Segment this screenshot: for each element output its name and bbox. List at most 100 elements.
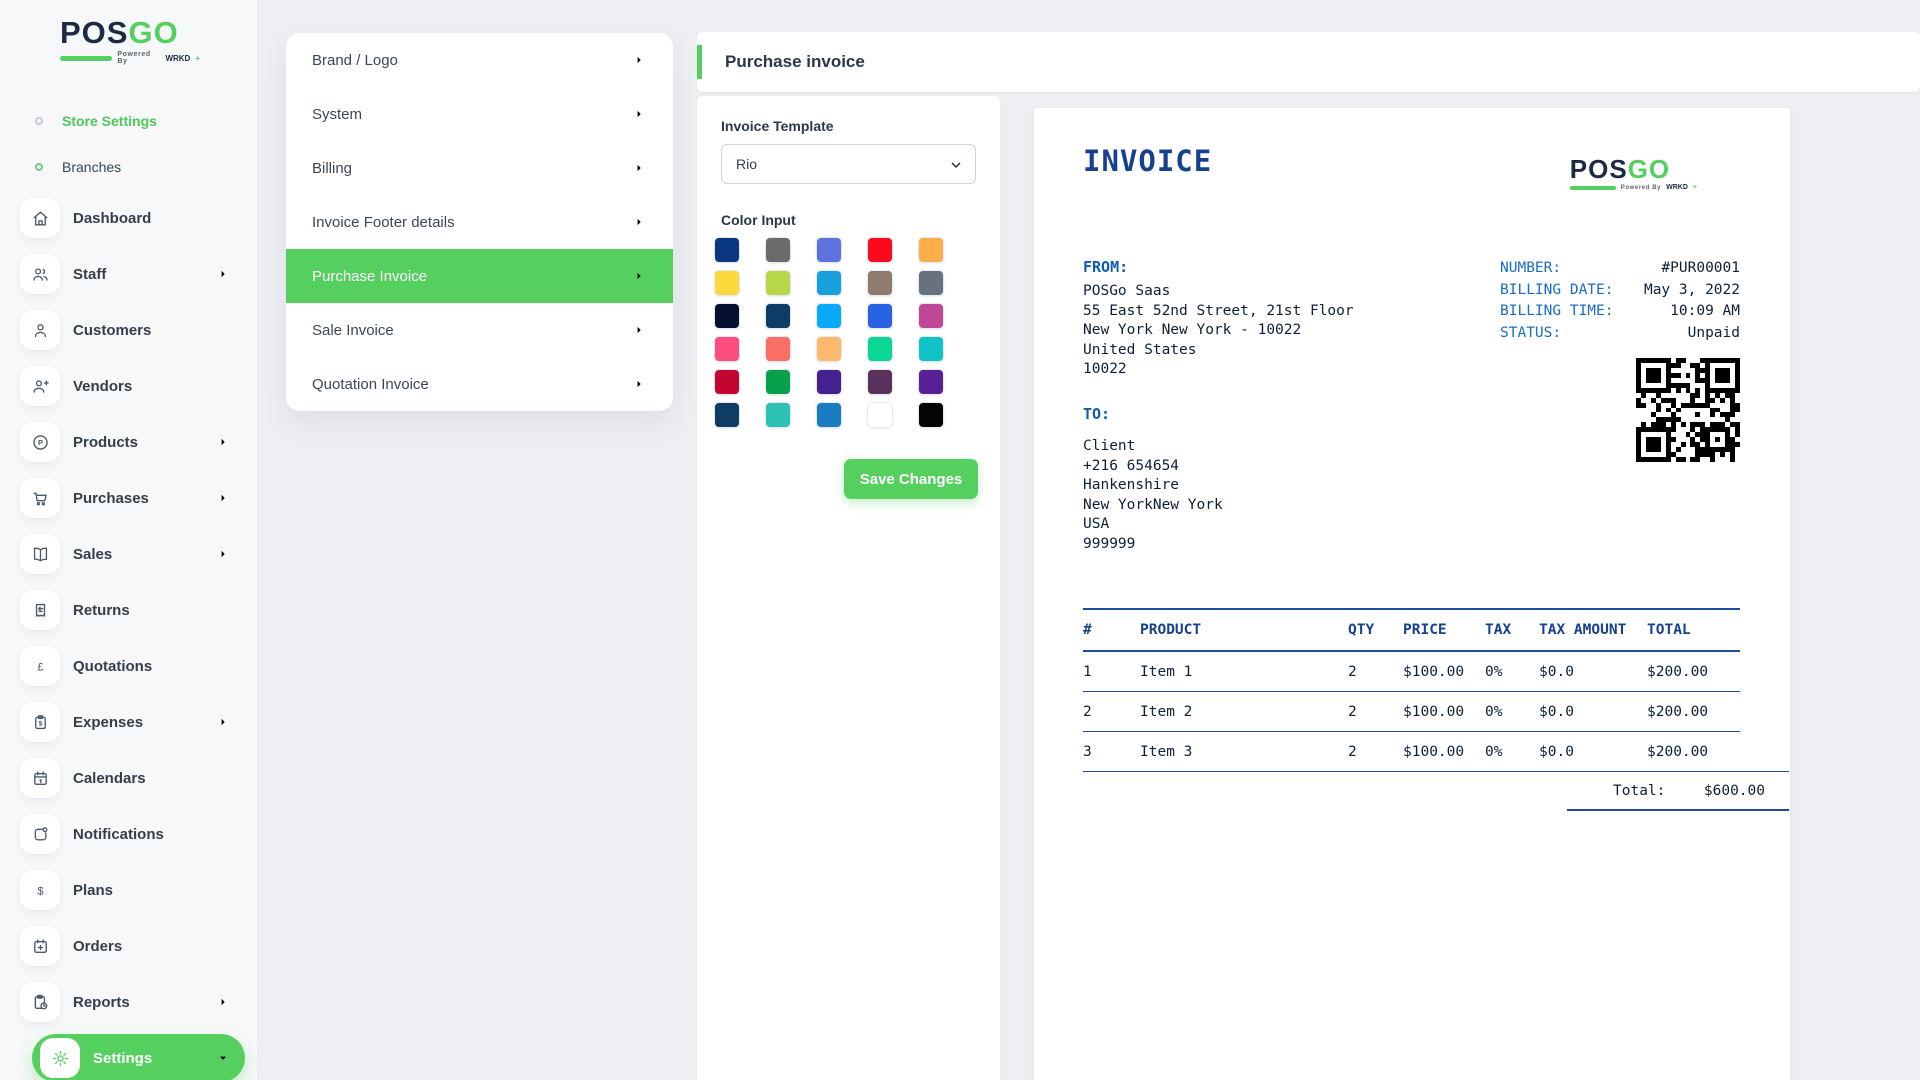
color-swatch[interactable] [867, 336, 893, 362]
icon-tile [20, 982, 60, 1022]
sidebar-item-plans[interactable]: Plans [20, 870, 257, 910]
sidebar-item-label: Notifications [73, 826, 164, 843]
invoice-meta-row: STATUS: Unpaid [1500, 323, 1740, 345]
color-swatch[interactable] [867, 369, 893, 395]
invoice-to-line: 999999 [1083, 535, 1223, 555]
sidebar-subitem-branches[interactable]: Branches [20, 152, 257, 182]
settings-menu-item-invoice-footer-details[interactable]: Invoice Footer details [286, 195, 673, 249]
color-swatch[interactable] [918, 237, 944, 263]
sidebar-item-calendars[interactable]: Calendars [20, 758, 257, 798]
bullet-icon [35, 117, 43, 125]
home-icon [31, 209, 50, 228]
color-swatch[interactable] [765, 336, 791, 362]
color-swatch[interactable] [867, 237, 893, 263]
color-swatch[interactable] [765, 303, 791, 329]
table-cell: 2 [1348, 744, 1403, 760]
sidebar-item-purchases[interactable]: Purchases [20, 478, 257, 518]
sidebar-item-dashboard[interactable]: Dashboard [20, 198, 257, 238]
sidebar-item-orders[interactable]: Orders [20, 926, 257, 966]
sidebar-subitem-store-settings[interactable]: Store Settings [20, 106, 257, 136]
settings-menu-item-quotation-invoice[interactable]: Quotation Invoice [286, 357, 673, 411]
color-swatch[interactable] [918, 270, 944, 296]
invoice-meta-row: NUMBER: #PUR00001 [1500, 258, 1740, 280]
color-swatch[interactable] [918, 303, 944, 329]
meta-value: May 3, 2022 [1644, 280, 1740, 302]
sidebar-item-expenses[interactable]: Expenses [20, 702, 257, 742]
settings-menu-item-sale-invoice[interactable]: Sale Invoice [286, 303, 673, 357]
sidebar-item-products[interactable]: Products [20, 422, 257, 462]
color-swatch[interactable] [867, 303, 893, 329]
invoice-to-line: +216 654654 [1083, 457, 1223, 477]
chevron-right-icon [217, 996, 229, 1008]
sidebar-item-sales[interactable]: Sales [20, 534, 257, 574]
invoice-template-label: Invoice Template [721, 118, 976, 134]
color-swatch[interactable] [918, 369, 944, 395]
qr-code [1636, 358, 1740, 462]
table-row: 1 Item 1 2 $100.00 0% $0.0 $200.00 [1083, 652, 1740, 692]
settings-menu-item-label: Quotation Invoice [312, 376, 429, 393]
chevron-down-icon [949, 158, 963, 172]
color-swatch[interactable] [816, 237, 842, 263]
chevron-right-icon [633, 378, 645, 390]
gear-icon [51, 1049, 70, 1068]
settings-menu-item-purchase-invoice[interactable]: Purchase Invoice [286, 249, 673, 303]
color-input-label: Color Input [721, 212, 976, 228]
dollar-icon [31, 881, 50, 900]
color-swatch[interactable] [867, 270, 893, 296]
sidebar-item-returns[interactable]: Returns [20, 590, 257, 630]
sidebar-item-notifications[interactable]: Notifications [20, 814, 257, 854]
to-label: TO: [1083, 405, 1223, 423]
color-swatch[interactable] [765, 402, 791, 428]
color-swatch[interactable] [765, 237, 791, 263]
settings-menu-item-brand-logo[interactable]: Brand / Logo [286, 33, 673, 87]
color-swatch[interactable] [714, 336, 740, 362]
invoice-template-select[interactable]: Rio [721, 144, 976, 184]
invoice-to-line: USA [1083, 515, 1223, 535]
sidebar-item-reports[interactable]: Reports [20, 982, 257, 1022]
chevron-right-icon [217, 716, 229, 728]
color-swatch[interactable] [918, 402, 944, 428]
receipt-icon [31, 601, 50, 620]
color-swatch[interactable] [765, 369, 791, 395]
settings-menu-item-system[interactable]: System [286, 87, 673, 141]
color-swatch[interactable] [816, 369, 842, 395]
sidebar-item-quotations[interactable]: Quotations [20, 646, 257, 686]
table-cell: Item 2 [1140, 704, 1348, 720]
color-swatch[interactable] [867, 402, 893, 428]
sidebar-item-label: Quotations [73, 658, 152, 675]
invoice-template-value: Rio [736, 156, 757, 172]
invoice-title: INVOICE [1083, 144, 1212, 178]
meta-label: BILLING TIME: [1500, 301, 1614, 323]
color-swatch[interactable] [765, 270, 791, 296]
color-swatch[interactable] [714, 402, 740, 428]
invoice-from-block: FROM: POSGo Saas55 East 52nd Street, 21s… [1083, 258, 1354, 380]
sidebar-item-staff[interactable]: Staff [20, 254, 257, 294]
color-swatch[interactable] [816, 270, 842, 296]
color-swatch[interactable] [714, 303, 740, 329]
icon-tile [20, 870, 60, 910]
invoice-from-line: United States [1083, 341, 1354, 361]
chevron-right-icon [633, 270, 645, 282]
color-swatch[interactable] [714, 369, 740, 395]
settings-menu-item-billing[interactable]: Billing [286, 141, 673, 195]
color-swatch[interactable] [714, 237, 740, 263]
save-changes-button[interactable]: Save Changes [844, 459, 978, 499]
color-swatch[interactable] [816, 402, 842, 428]
color-swatch[interactable] [816, 336, 842, 362]
sidebar-item-settings[interactable]: Settings [32, 1034, 245, 1080]
sidebar-item-customers[interactable]: Customers [20, 310, 257, 350]
color-swatch[interactable] [714, 270, 740, 296]
icon-tile [20, 366, 60, 406]
color-swatch[interactable] [816, 303, 842, 329]
color-swatch[interactable] [918, 336, 944, 362]
color-swatch-grid [714, 237, 976, 428]
calendar-icon [31, 769, 50, 788]
icon-tile [40, 1038, 80, 1078]
sidebar-item-label: Products [73, 434, 138, 451]
bullet-icon [35, 163, 43, 171]
table-cell: $200.00 [1647, 744, 1740, 760]
from-label: FROM: [1083, 258, 1354, 276]
sidebar-item-vendors[interactable]: Vendors [20, 366, 257, 406]
invoice-to-line: New YorkNew York [1083, 496, 1223, 516]
table-cell: 2 [1348, 664, 1403, 680]
